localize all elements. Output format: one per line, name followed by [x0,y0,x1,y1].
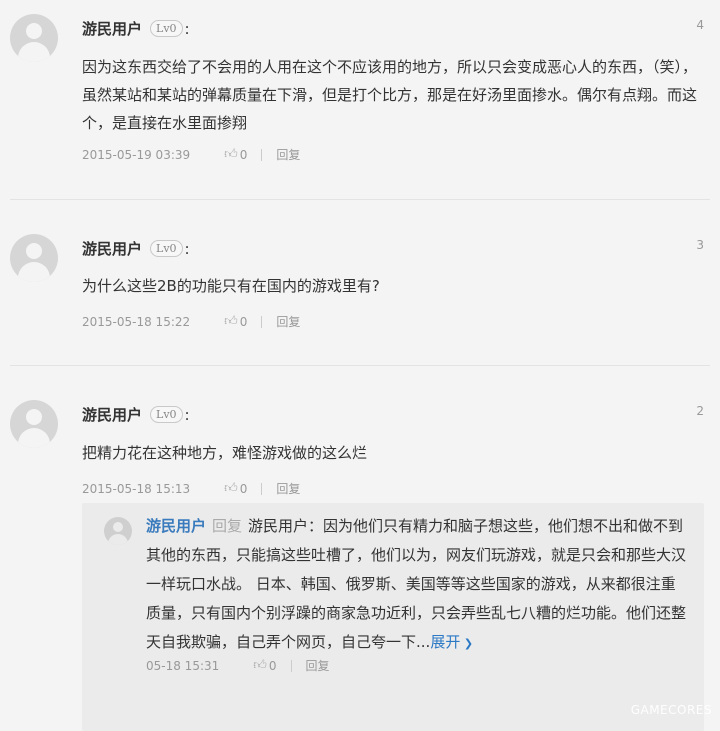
watermark: GAMECORES [630,703,712,717]
like-count: 0 [239,481,248,496]
reply-word: 回复 [212,517,243,535]
like-button[interactable]: 👍︎ 0 [224,147,247,162]
floor-number: 2 [696,404,704,418]
avatar[interactable] [10,14,58,62]
expand-label[interactable]: 展开 [430,633,460,651]
reply-text-block: 游民用户 回复 游民用户：因为他们只有精力和脑子想这些，他们想不出和做不到其他的东西… [146,512,686,658]
thumbs-up-icon: 👍︎ [253,658,267,673]
reply-avatar[interactable] [104,517,132,545]
like-button[interactable]: 👍︎ 0 [224,481,247,496]
thumbs-up-icon: 👍︎ [224,147,238,162]
divider [261,482,263,495]
reply-button[interactable]: 回复 [276,480,300,497]
thumbs-up-icon: 👍︎ [224,314,238,329]
avatar[interactable] [10,400,58,448]
reply-box: 游民用户 回复 游民用户：因为他们只有精力和脑子想这些，他们想不出和做不到其他的东西… [82,503,704,731]
username[interactable]: 游民用户 [82,238,142,259]
level-badge: Lv0 [150,406,183,423]
expand-link[interactable]: 展开 ❯ [430,633,473,651]
reply-date: 05-18 15:31 [146,658,220,673]
like-button[interactable]: 👍︎ 0 [224,314,247,329]
divider [290,659,292,672]
comment-date: 2015-05-18 15:13 [82,481,191,496]
like-count: 0 [268,658,277,673]
thumbs-up-icon: 👍︎ [224,481,238,496]
username[interactable]: 游民用户 [82,18,142,39]
like-count: 0 [239,314,248,329]
comment-item: 游民用户 Lv0 : 2 把精力花在这种地方，难怪游戏做的这么烂 2015-05… [0,366,720,731]
divider [261,315,263,328]
comment-item: 游民用户 Lv0 : 3 为什么这些2B的功能只有在国内的游戏里有? 2015-… [0,200,720,366]
like-count: 0 [239,147,248,162]
comment-date: 2015-05-19 03:39 [82,147,191,162]
username[interactable]: 游民用户 [82,404,142,425]
reply-button[interactable]: 回复 [276,146,300,163]
reply-username[interactable]: 游民用户 [146,517,206,535]
reply-target[interactable]: 游民用户 [248,517,308,535]
level-badge: Lv0 [150,240,183,257]
comment-text: 为什么这些2B的功能只有在国内的游戏里有? [82,277,380,295]
divider [261,148,263,161]
reply-button[interactable]: 回复 [276,313,300,330]
like-button[interactable]: 👍︎ 0 [253,658,276,673]
reply-button[interactable]: 回复 [306,657,330,674]
comment-item: 游民用户 Lv0 : 4 因为这东西交给了不会用的人用在这个不应该用的地方，所以… [0,0,720,200]
floor-number: 4 [696,18,704,32]
comment-text: 因为这东西交给了不会用的人用在这个不应该用的地方，所以只会变成恶心人的东西，（笑… [82,58,698,132]
floor-number: 3 [696,238,704,252]
comment-text: 把精力花在这种地方，难怪游戏做的这么烂 [82,444,368,462]
chevron-down-icon: ❯ [460,637,474,650]
reply-text: ：因为他们只有精力和脑子想这些，他们想不出和做不到其他的东西，只能搞这些吐槽了，… [146,517,687,651]
avatar[interactable] [10,234,58,282]
level-badge: Lv0 [150,20,183,37]
comment-date: 2015-05-18 15:22 [82,314,191,329]
